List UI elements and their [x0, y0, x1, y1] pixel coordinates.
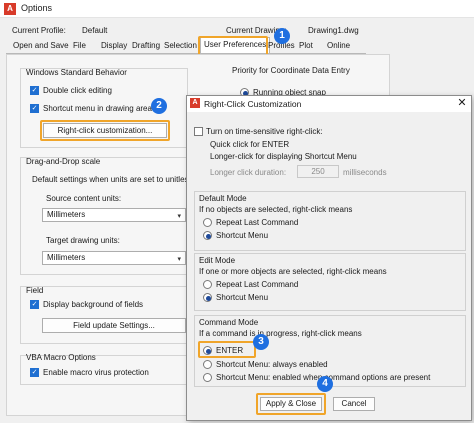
longer-click-text: Longer-click for displaying Shortcut Men…: [210, 152, 357, 161]
time-sensitive-checkbox[interactable]: [194, 127, 203, 136]
source-units-select[interactable]: Millimeters ▾: [42, 208, 186, 222]
chevron-down-icon: ▾: [177, 213, 181, 220]
right-click-button-highlight: [40, 120, 170, 141]
dialog-title: Right-Click Customization: [204, 99, 302, 109]
tab-plot[interactable]: Plot: [296, 39, 316, 53]
tab-selection[interactable]: Selection: [161, 39, 200, 53]
source-units-label: Source content units:: [46, 194, 122, 203]
tab-open-and-save[interactable]: Open and Save: [10, 39, 72, 53]
current-profile-value: Default: [82, 26, 108, 35]
time-sensitive-label: Turn on time-sensitive right-click:: [206, 127, 323, 136]
autocad-app-icon: A: [4, 3, 16, 15]
close-icon[interactable]: ✕: [455, 96, 469, 109]
callout-badge-4: 4: [317, 376, 333, 392]
target-units-value: Millimeters: [47, 253, 86, 262]
quick-click-text: Quick click for ENTER: [210, 140, 290, 149]
edit-repeat-label: Repeat Last Command: [216, 280, 299, 289]
callout-badge-2: 2: [151, 98, 167, 114]
display-background-checkbox[interactable]: ✓: [30, 300, 39, 309]
edit-mode-desc: If one or more objects are selected, rig…: [199, 267, 387, 276]
display-background-label: Display background of fields: [43, 300, 144, 309]
current-drawing-value: Drawing1.dwg: [308, 26, 359, 35]
user-preferences-highlight: [198, 36, 268, 56]
drag-drop-title: Drag-and-Drop scale: [26, 157, 101, 166]
callout-badge-1: 1: [274, 28, 290, 44]
target-units-label: Target drawing units:: [46, 236, 120, 245]
autocad-app-icon: A: [190, 98, 200, 108]
edit-repeat-radio[interactable]: [203, 280, 212, 289]
chevron-down-icon: ▾: [177, 256, 181, 263]
default-repeat-label: Repeat Last Command: [216, 218, 299, 227]
edit-mode-title: Edit Mode: [199, 256, 236, 265]
field-update-settings-button[interactable]: Field update Settings...: [42, 318, 186, 333]
edit-shortcut-label: Shortcut Menu: [216, 293, 269, 302]
duration-unit: milliseconds: [343, 168, 387, 177]
right-click-customization-dialog: A Right-Click Customization ✕ Turn on ti…: [186, 95, 472, 421]
dialog-title-bar: A Right-Click Customization ✕: [187, 96, 471, 112]
double-click-label: Double click editing: [43, 86, 112, 95]
default-mode-title: Default Mode: [199, 194, 247, 203]
vba-title: VBA Macro Options: [26, 353, 96, 362]
command-shortcut-always-label: Shortcut Menu: always enabled: [216, 360, 328, 369]
field-title: Field: [26, 286, 44, 295]
default-mode-desc: If no objects are selected, right-click …: [199, 205, 353, 214]
enter-option-highlight: [198, 341, 256, 358]
macro-protection-checkbox[interactable]: ✓: [30, 368, 39, 377]
default-shortcut-label: Shortcut Menu: [216, 231, 269, 240]
shortcut-menu-checkbox[interactable]: ✓: [30, 104, 39, 113]
shortcut-menu-label: Shortcut menu in drawing area: [43, 104, 152, 113]
command-shortcut-options-radio[interactable]: [203, 373, 212, 382]
field-group: [20, 286, 188, 344]
tab-file[interactable]: File: [70, 39, 89, 53]
cancel-button[interactable]: Cancel: [333, 397, 375, 411]
duration-label: Longer click duration:: [210, 168, 287, 177]
double-click-checkbox[interactable]: ✓: [30, 86, 39, 95]
duration-input[interactable]: 250: [297, 165, 339, 178]
default-repeat-radio[interactable]: [203, 218, 212, 227]
macro-protection-label: Enable macro virus protection: [43, 368, 149, 377]
windows-behavior-title: Windows Standard Behavior: [26, 68, 127, 77]
tab-display[interactable]: Display: [98, 39, 130, 53]
current-profile-label: Current Profile:: [12, 26, 66, 35]
command-shortcut-always-radio[interactable]: [203, 360, 212, 369]
source-units-value: Millimeters: [47, 210, 86, 219]
command-mode-title: Command Mode: [199, 318, 259, 327]
edit-shortcut-radio[interactable]: [203, 293, 212, 302]
tab-drafting[interactable]: Drafting: [129, 39, 163, 53]
tab-online[interactable]: Online: [324, 39, 353, 53]
window-title: Options: [21, 3, 53, 13]
drag-drop-default-text: Default settings when units are set to u…: [32, 175, 186, 184]
target-units-select[interactable]: Millimeters ▾: [42, 251, 186, 265]
apply-close-highlight: [256, 393, 326, 415]
default-shortcut-radio[interactable]: [203, 231, 212, 240]
priority-title: Priority for Coordinate Data Entry: [232, 66, 350, 75]
title-bar: A Options: [0, 0, 474, 18]
callout-badge-3: 3: [253, 334, 269, 350]
command-mode-desc: If a command is in progress, right-click…: [199, 329, 362, 338]
